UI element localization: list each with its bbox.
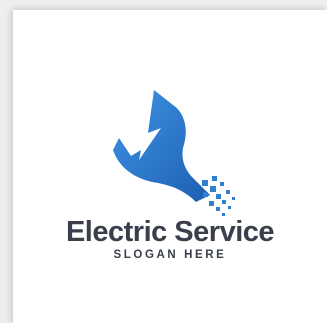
- slogan: SLOGAN HERE: [113, 249, 227, 261]
- logo-card: Electric Service SLOGAN HERE: [13, 10, 327, 323]
- brand-name: Electric Service: [65, 216, 275, 248]
- wrench-shape: [113, 90, 210, 202]
- canvas: Electric Service SLOGAN HERE: [0, 0, 327, 323]
- wrench-lightning-icon: [113, 90, 235, 216]
- pixel-particles: [202, 176, 235, 216]
